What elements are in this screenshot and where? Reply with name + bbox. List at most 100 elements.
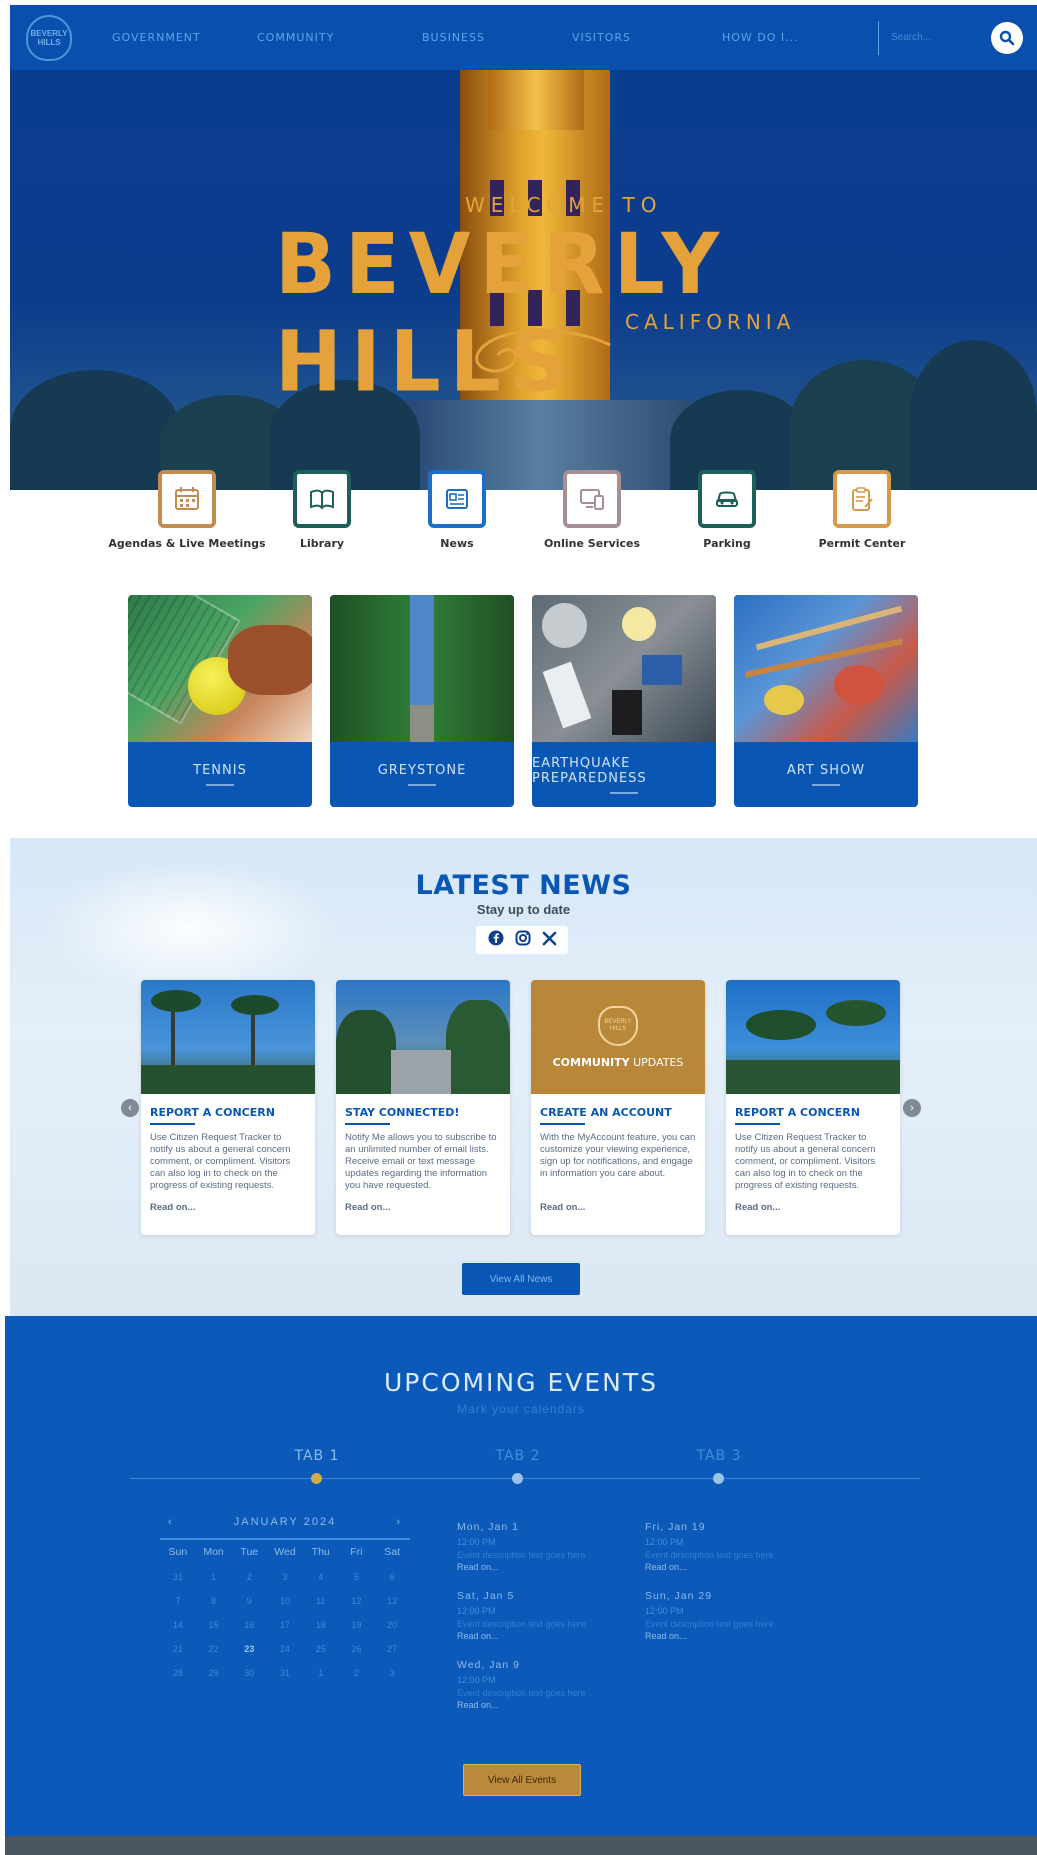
promo-text-bold: COMMUNITY: [552, 1055, 630, 1069]
calendar-date[interactable]: 30: [231, 1668, 267, 1678]
read-more-link[interactable]: Read on...: [540, 1202, 696, 1213]
calendar-date[interactable]: 10: [267, 1596, 303, 1606]
calendar-date[interactable]: 14: [160, 1620, 196, 1630]
calendar-date[interactable]: 7: [160, 1596, 196, 1606]
palm-sky-image: [726, 980, 900, 1094]
calendar-date[interactable]: 23: [231, 1644, 267, 1654]
instagram-icon[interactable]: [515, 930, 531, 950]
tab-2[interactable]: TAB 2: [478, 1448, 558, 1464]
calendar-date[interactable]: 31: [160, 1572, 196, 1582]
quick-link-permit-center[interactable]: Permit Center: [782, 470, 942, 550]
calendar-date[interactable]: 5: [339, 1572, 375, 1582]
feature-card-tennis[interactable]: TENNIS: [128, 595, 312, 807]
footer-bar: [5, 1836, 1037, 1855]
nav-links: GOVERNMENT COMMUNITY BUSINESS VISITORS H…: [112, 31, 866, 44]
event-item[interactable]: Sat, Jan 5 12:00 PM Event description text…: [457, 1590, 637, 1641]
city-logo[interactable]: BEVERLY HILLS: [26, 14, 72, 61]
event-time: 12:00 PM: [645, 1606, 684, 1616]
carousel-prev-button[interactable]: ‹: [121, 1099, 139, 1117]
calendar-date[interactable]: 29: [196, 1668, 232, 1678]
news-title: LATEST NEWS: [415, 870, 632, 901]
nav-link-business[interactable]: BUSINESS: [422, 31, 572, 44]
news-card-title: REPORT A CONCERN: [150, 1106, 275, 1119]
nav-link-visitors[interactable]: VISITORS: [572, 31, 722, 44]
x-icon[interactable]: [542, 931, 557, 950]
feature-card-earthquake[interactable]: EARTHQUAKE PREPAREDNESS: [532, 595, 716, 807]
event-read-more-link[interactable]: Read on...: [457, 1562, 637, 1572]
calendar-date[interactable]: 20: [374, 1620, 410, 1630]
calendar-date[interactable]: 25: [303, 1644, 339, 1654]
news-card[interactable]: REPORT A CONCERN Use Citizen Request Tra…: [726, 980, 900, 1235]
calendar-date[interactable]: 3: [267, 1572, 303, 1582]
event-item[interactable]: Sun, Jan 29 12:00 PM Event description tex…: [645, 1590, 825, 1641]
event-item[interactable]: Wed, Jan 9 12:00 PM Event description text…: [457, 1659, 637, 1710]
hero-swirl-decoration: [475, 329, 611, 373]
event-read-more-link[interactable]: Read on...: [457, 1700, 637, 1710]
calendar-date[interactable]: 9: [231, 1596, 267, 1606]
calendar-prev-button[interactable]: ‹: [168, 1516, 174, 1528]
calendar-date[interactable]: 2: [339, 1668, 375, 1678]
calendar-date[interactable]: 1: [303, 1668, 339, 1678]
read-more-link[interactable]: Read on...: [150, 1202, 306, 1213]
feature-label: ART SHOW: [786, 763, 866, 778]
calendar-date[interactable]: 18: [303, 1620, 339, 1630]
facebook-icon[interactable]: [488, 930, 504, 950]
calendar-date[interactable]: 16: [231, 1620, 267, 1630]
events-subtitle: Mark your calendars: [457, 1402, 585, 1416]
search-button[interactable]: [991, 21, 1023, 54]
calendar-date[interactable]: 27: [374, 1644, 410, 1654]
tab-1[interactable]: TAB 1: [277, 1448, 357, 1464]
read-more-link[interactable]: Read on...: [345, 1202, 501, 1213]
calendar-date[interactable]: 12: [339, 1596, 375, 1606]
calendar-date[interactable]: 17: [267, 1620, 303, 1630]
calendar-date[interactable]: 28: [160, 1668, 196, 1678]
calendar-date[interactable]: 13: [374, 1596, 410, 1606]
news-card-text: Use Citizen Request Tracker to notify us…: [735, 1132, 876, 1191]
search-input[interactable]: Search...: [891, 32, 991, 43]
calendar-date[interactable]: 22: [196, 1644, 232, 1654]
calendar-date[interactable]: 2: [231, 1572, 267, 1582]
palm-trees-image: [141, 980, 315, 1094]
news-card[interactable]: REPORT A CONCERN Use Citizen Request Tra…: [141, 980, 315, 1235]
devices-icon: [563, 470, 621, 528]
logo-text: BEVERLY HILLS: [30, 28, 68, 47]
calendar-date[interactable]: 1: [196, 1572, 232, 1582]
view-all-news-button[interactable]: View All News: [462, 1263, 580, 1295]
nav-link-community[interactable]: COMMUNITY: [257, 31, 422, 44]
calendar-date[interactable]: 11: [303, 1596, 339, 1606]
calendar-date[interactable]: 3: [374, 1668, 410, 1678]
calendar-date[interactable]: 15: [196, 1620, 232, 1630]
calendar-date[interactable]: 26: [339, 1644, 375, 1654]
news-card[interactable]: BEVERLY HILLS COMMUNITY UPDATES CREATE A…: [531, 980, 705, 1235]
calendar-date[interactable]: 6: [374, 1572, 410, 1582]
calendar-month: JANUARY 2024: [233, 1516, 337, 1528]
event-item[interactable]: Mon, Jan 1 12:00 PM Event description text…: [457, 1521, 637, 1572]
calendar-date[interactable]: 8: [196, 1596, 232, 1606]
nav-link-how-do-i[interactable]: HOW DO I...: [722, 31, 822, 44]
feature-card-art-show[interactable]: ART SHOW: [734, 595, 918, 807]
calendar-date[interactable]: 31: [267, 1668, 303, 1678]
upcoming-events-section: UPCOMING EVENTS Mark your calendars TAB …: [5, 1316, 1037, 1836]
event-read-more-link[interactable]: Read on...: [645, 1562, 825, 1572]
event-item[interactable]: Fri, Jan 19 12:00 PM Event description tex…: [645, 1521, 825, 1572]
event-read-more-link[interactable]: Read on...: [457, 1631, 637, 1641]
clipboard-icon: [833, 470, 891, 528]
social-links: [476, 926, 568, 954]
news-card[interactable]: STAY CONNECTED! Notify Me allows you to …: [336, 980, 510, 1235]
event-read-more-link[interactable]: Read on...: [645, 1631, 825, 1641]
calendar-date[interactable]: 4: [303, 1572, 339, 1582]
carousel-next-button[interactable]: ›: [903, 1099, 921, 1117]
tab-3[interactable]: TAB 3: [679, 1448, 759, 1464]
calendar-date[interactable]: 21: [160, 1644, 196, 1654]
event-description: Event description text goes here: [645, 1550, 774, 1560]
event-time: 12:00 PM: [645, 1537, 684, 1547]
calendar-next-button[interactable]: ›: [396, 1516, 402, 1528]
calendar-day-header: Thu: [311, 1546, 330, 1558]
feature-card-greystone[interactable]: GREYSTONE: [330, 595, 514, 807]
nav-link-government[interactable]: GOVERNMENT: [112, 31, 257, 44]
calendar-date[interactable]: 19: [339, 1620, 375, 1630]
calendar-day-header: Wed: [274, 1546, 296, 1558]
calendar-date[interactable]: 24: [267, 1644, 303, 1654]
read-more-link[interactable]: Read on...: [735, 1202, 891, 1213]
view-all-events-button[interactable]: View All Events: [463, 1764, 581, 1796]
